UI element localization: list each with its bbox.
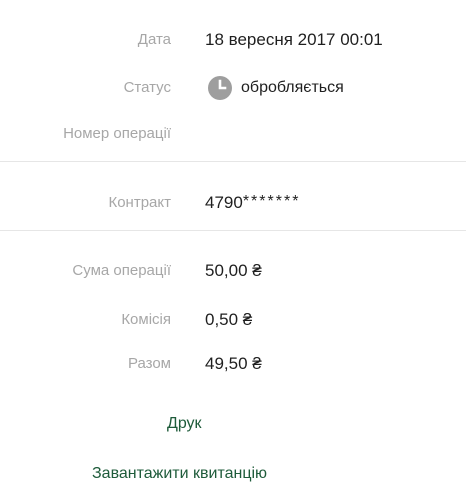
divider [0,230,466,231]
status-text: обробляється [241,79,344,96]
contract-value: 4790******* [205,185,300,221]
operation-number-label: Номер операції [63,125,171,142]
status-row: Статус обробляється [0,70,466,106]
contract-number-mask: ******* [242,193,301,210]
status-label: Статус [123,79,171,96]
sum-label: Сума операції [72,262,171,279]
fee-label: Комісія [121,311,171,328]
date-label: Дата [137,31,171,48]
contract-label: Контракт [108,194,171,211]
print-link[interactable]: Друк [167,413,202,435]
total-label: Разом [127,355,171,372]
sum-value: 50,00 ₴ [205,261,262,280]
divider [0,161,466,162]
fee-value: 0,50 ₴ [205,310,253,329]
contract-row: Контракт 4790******* [0,185,466,221]
download-receipt-link[interactable]: Завантажити квитанцію [92,463,267,485]
fee-row: Комісія 0,50 ₴ [0,302,466,338]
transaction-details: Дата 18 вересня 2017 00:01 Статус обробл… [0,0,466,500]
date-row: Дата 18 вересня 2017 00:01 [0,22,466,58]
total-row: Разом 49,50 ₴ [0,346,466,382]
date-value: 18 вересня 2017 00:01 [205,30,383,49]
status-value: обробляється [208,70,344,106]
clock-icon [208,76,232,100]
sum-row: Сума операції 50,00 ₴ [0,253,466,289]
contract-number-prefix: 4790 [205,193,243,212]
total-value: 49,50 ₴ [205,354,262,373]
operation-number-row: Номер операції [0,116,466,152]
